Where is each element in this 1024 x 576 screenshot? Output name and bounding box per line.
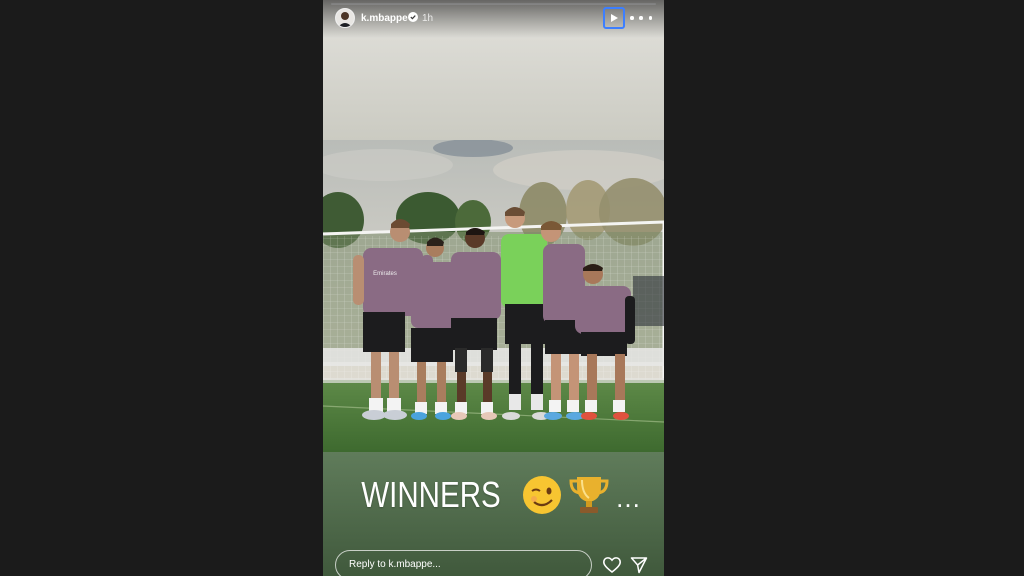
more-dot-icon [630,16,634,20]
trophy-emoji-icon [569,477,609,513]
profile-avatar[interactable] [335,8,355,28]
play-icon [611,14,618,22]
story-caption: WINNERS ... [323,470,664,520]
avatar-icon [336,9,354,27]
verified-badge-icon [408,12,418,22]
reply-input[interactable]: Reply to k.mbappe... [335,550,592,576]
story-photo: Emirates [323,140,664,452]
story-viewer[interactable]: Emirates k.mbappe 1h WINNERS ... Reply t… [323,0,664,576]
play-button[interactable] [603,7,625,29]
send-icon[interactable] [630,556,648,574]
winking-face-emoji-icon [523,476,562,514]
heart-icon[interactable] [602,556,622,574]
caption-trailing-dots: ... [616,483,641,513]
caption-text: WINNERS [361,474,501,515]
more-dot-icon [639,16,643,20]
more-dot-icon [648,16,652,20]
story-timestamp: 1h [422,13,434,24]
more-options-button[interactable] [630,12,652,24]
story-username[interactable]: k.mbappe [361,13,408,24]
team-photo-image: Emirates [323,140,664,452]
shirt-sponsor-text: Emirates [373,271,397,277]
story-header: k.mbappe 1h [323,0,664,38]
